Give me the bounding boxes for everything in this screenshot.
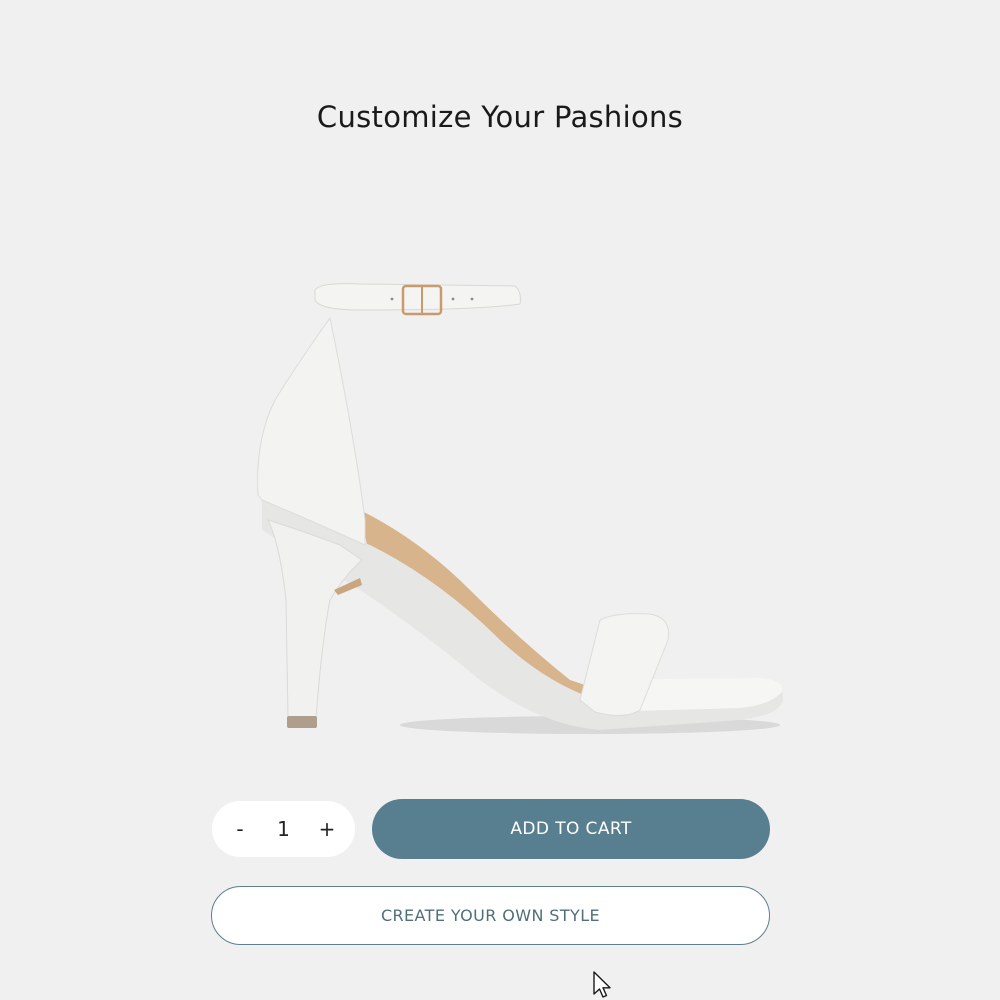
decrement-button[interactable]: - <box>222 811 258 847</box>
add-to-cart-button[interactable]: ADD TO CART <box>372 799 770 859</box>
quantity-stepper: - 1 + <box>212 801 355 857</box>
create-your-own-style-button[interactable]: CREATE YOUR OWN STYLE <box>211 886 770 945</box>
quantity-value[interactable]: 1 <box>264 817 304 841</box>
page-title: Customize Your Pashions <box>316 100 684 134</box>
product-customize-page: Customize Your Pashions - 1 + ADD TO CAR… <box>0 0 1000 1000</box>
mouse-pointer-icon <box>592 970 614 1000</box>
sandal-product-image <box>240 270 800 750</box>
increment-button[interactable]: + <box>309 811 345 847</box>
